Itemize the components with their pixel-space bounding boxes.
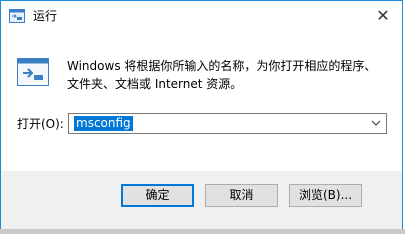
run-dialog: 运行 ✕ Windows 将根据你所输入的名称，为你打开相应的程序、 文件夹、文… <box>0 0 403 230</box>
run-app-icon <box>9 9 25 23</box>
browse-button[interactable]: 浏览(B)... <box>289 184 362 207</box>
window-title: 运行 <box>33 9 58 23</box>
close-icon[interactable]: ✕ <box>374 7 392 25</box>
description-line-1: Windows 将根据你所输入的名称，为你打开相应的程序、 <box>67 59 377 73</box>
title-bar[interactable]: 运行 ✕ <box>1 1 402 31</box>
open-combobox[interactable]: msconfig <box>68 113 387 134</box>
description-line-2: 文件夹、文档或 Internet 资源。 <box>67 77 243 91</box>
open-label: 打开(O): <box>17 117 64 131</box>
cancel-button[interactable]: 取消 <box>205 184 278 207</box>
open-input-value[interactable]: msconfig <box>74 116 133 131</box>
run-window-icon <box>17 58 49 86</box>
button-bar: 确定 取消 浏览(B)... <box>1 171 402 230</box>
ok-button[interactable]: 确定 <box>121 184 194 207</box>
chevron-down-icon[interactable] <box>370 117 382 129</box>
dialog-content: Windows 将根据你所输入的名称，为你打开相应的程序、 文件夹、文档或 In… <box>1 31 402 171</box>
background-strip <box>0 229 405 234</box>
description-text: Windows 将根据你所输入的名称，为你打开相应的程序、 文件夹、文档或 In… <box>67 57 392 93</box>
